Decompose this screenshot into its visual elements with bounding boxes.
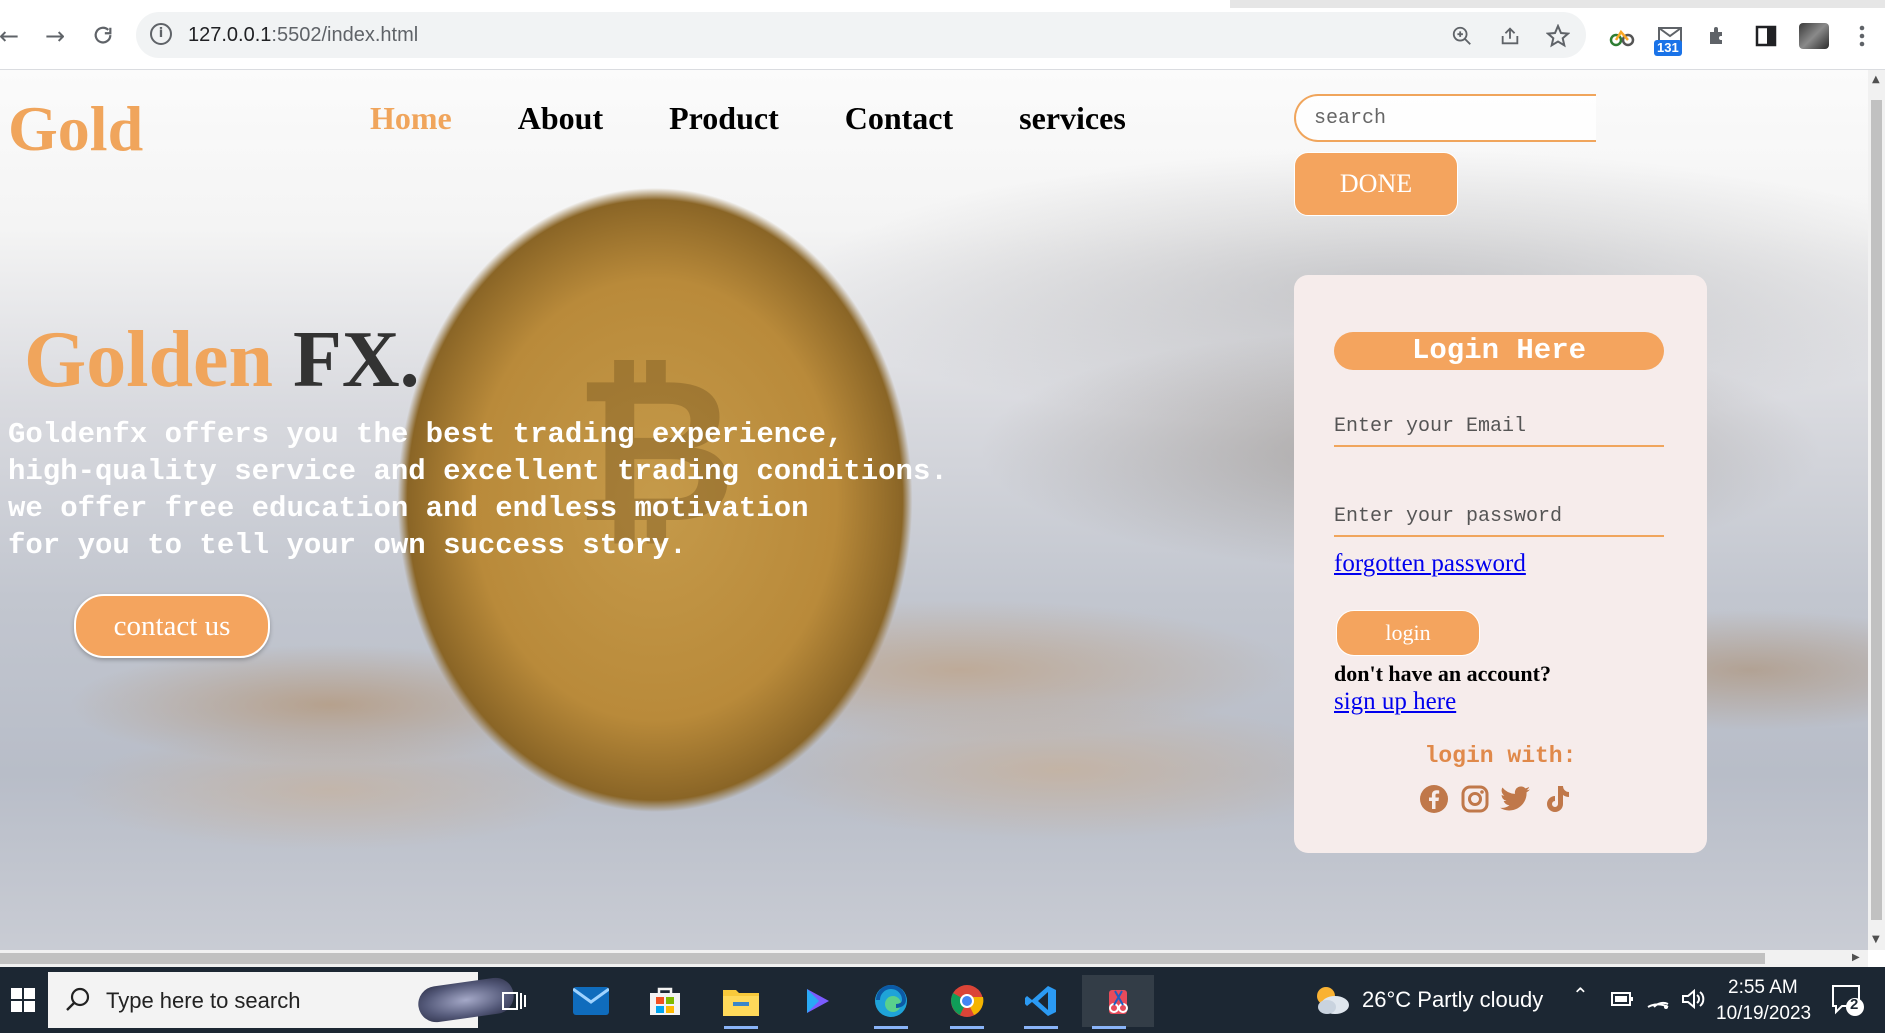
taskbar-search-box[interactable]: Type here to search <box>48 972 517 1028</box>
forward-icon[interactable]: → <box>38 19 72 53</box>
search-icon <box>66 987 90 1011</box>
windows-start-icon[interactable] <box>0 967 46 1033</box>
scroll-down-icon[interactable]: ▼ <box>1872 934 1880 945</box>
mail-app-icon[interactable] <box>564 975 618 1027</box>
page-viewport: ₿ Gold Home About Product Contact servic… <box>0 70 1868 950</box>
browser-toolbar: ← → i 127.0.0.1:5502/index.html 131 <box>0 0 1885 70</box>
login-button[interactable]: login <box>1336 610 1480 656</box>
nav-services[interactable]: services <box>1019 100 1126 137</box>
address-bar[interactable]: i 127.0.0.1:5502/index.html <box>136 12 1586 58</box>
site-logo[interactable]: Gold <box>8 92 143 166</box>
edge-browser-icon[interactable] <box>864 975 918 1029</box>
instagram-icon[interactable] <box>1459 783 1490 814</box>
login-card: Login Here forgotten password login don'… <box>1294 275 1707 853</box>
clock-date[interactable]: 10/19/2023 <box>1716 1003 1811 1025</box>
no-account-text: don't have an account? <box>1334 661 1551 686</box>
zoom-icon[interactable] <box>1448 22 1476 50</box>
file-explorer-icon[interactable] <box>714 975 768 1029</box>
vscode-icon[interactable] <box>1014 975 1068 1029</box>
notification-count: 2 <box>1850 996 1859 1013</box>
avatar <box>1799 23 1829 49</box>
clock-time[interactable]: 2:55 AM <box>1728 977 1798 999</box>
search-input[interactable] <box>1294 94 1596 142</box>
side-panel-icon[interactable] <box>1750 20 1782 52</box>
vertical-scrollbar[interactable]: ▲ ▼ <box>1868 70 1885 950</box>
profile-avatar[interactable] <box>1798 20 1830 52</box>
hero-title: Golden FX. <box>24 315 420 406</box>
weather-text[interactable]: 26°C Partly cloudy <box>1362 987 1543 1013</box>
login-with-label: login with: <box>1424 743 1577 769</box>
main-nav: Home About Product Contact services <box>370 100 1192 137</box>
taskbar-search-placeholder: Type here to search <box>106 988 301 1013</box>
facebook-icon[interactable] <box>1418 783 1449 814</box>
mail-count-badge: 131 <box>1654 40 1682 56</box>
login-heading: Login Here <box>1334 332 1664 370</box>
site-info-icon[interactable]: i <box>150 23 172 45</box>
signup-link[interactable]: sign up here <box>1334 688 1456 716</box>
tab-strip <box>0 0 1885 8</box>
extensions-puzzle-icon[interactable] <box>1702 20 1734 52</box>
vertical-scroll-thumb[interactable] <box>1871 100 1882 920</box>
back-icon[interactable]: ← <box>0 19 26 53</box>
done-button[interactable]: DONE <box>1294 152 1458 216</box>
horizontal-scroll-thumb[interactable] <box>0 953 1765 964</box>
twitter-icon[interactable] <box>1500 783 1531 814</box>
scroll-right-icon[interactable]: ▶ <box>1852 952 1860 963</box>
hero-line: we offer free education and endless moti… <box>8 492 809 525</box>
active-tab-edge <box>0 0 1230 8</box>
password-field[interactable] <box>1334 497 1664 537</box>
tray-overflow-icon[interactable]: ⌃ <box>1572 983 1589 1008</box>
horizontal-scrollbar[interactable]: ▶ <box>0 950 1868 967</box>
hero-description: Goldenfx offers you the best trading exp… <box>8 416 948 564</box>
windows-taskbar: Type here to search 26°C Partly cloudy ⌃ <box>0 967 1885 1033</box>
snipping-tool-icon[interactable] <box>1082 975 1154 1029</box>
url-text[interactable]: 127.0.0.1:5502/index.html <box>188 24 418 47</box>
bookmark-star-icon[interactable] <box>1544 22 1572 50</box>
weather-cloud-icon[interactable] <box>1312 983 1352 1022</box>
nav-about[interactable]: About <box>518 100 603 137</box>
hero-title-dark: FX. <box>292 316 420 404</box>
hero-line: for you to tell your own success story. <box>8 529 687 562</box>
tiktok-icon[interactable] <box>1541 783 1572 814</box>
forgot-password-link[interactable]: forgotten password <box>1334 550 1526 578</box>
wifi-icon[interactable] <box>1646 987 1672 1016</box>
volume-icon[interactable] <box>1680 987 1706 1016</box>
battery-icon[interactable] <box>1608 989 1634 1014</box>
copilot-icon[interactable] <box>790 975 844 1027</box>
scroll-up-icon[interactable]: ▲ <box>1872 74 1880 85</box>
chrome-browser-icon[interactable] <box>940 975 994 1029</box>
nav-product[interactable]: Product <box>669 100 779 137</box>
browser-menu-icon[interactable] <box>1846 20 1878 52</box>
microsoft-store-icon[interactable] <box>638 975 692 1027</box>
hero-line: high-quality service and excellent tradi… <box>8 455 948 488</box>
reload-icon[interactable] <box>86 19 120 53</box>
notification-center-icon[interactable] <box>1830 983 1864 1022</box>
social-login-icons <box>1418 783 1572 814</box>
share-icon[interactable] <box>1496 22 1524 50</box>
extension-bike-icon[interactable] <box>1606 20 1638 52</box>
email-field[interactable] <box>1334 407 1664 447</box>
task-view-icon[interactable] <box>486 975 540 1027</box>
hero-title-gold: Golden <box>24 316 273 404</box>
nav-contact[interactable]: Contact <box>845 100 953 137</box>
contact-us-button[interactable]: contact us <box>74 594 270 658</box>
nav-home[interactable]: Home <box>370 100 452 137</box>
hero-line: Goldenfx offers you the best trading exp… <box>8 418 844 451</box>
